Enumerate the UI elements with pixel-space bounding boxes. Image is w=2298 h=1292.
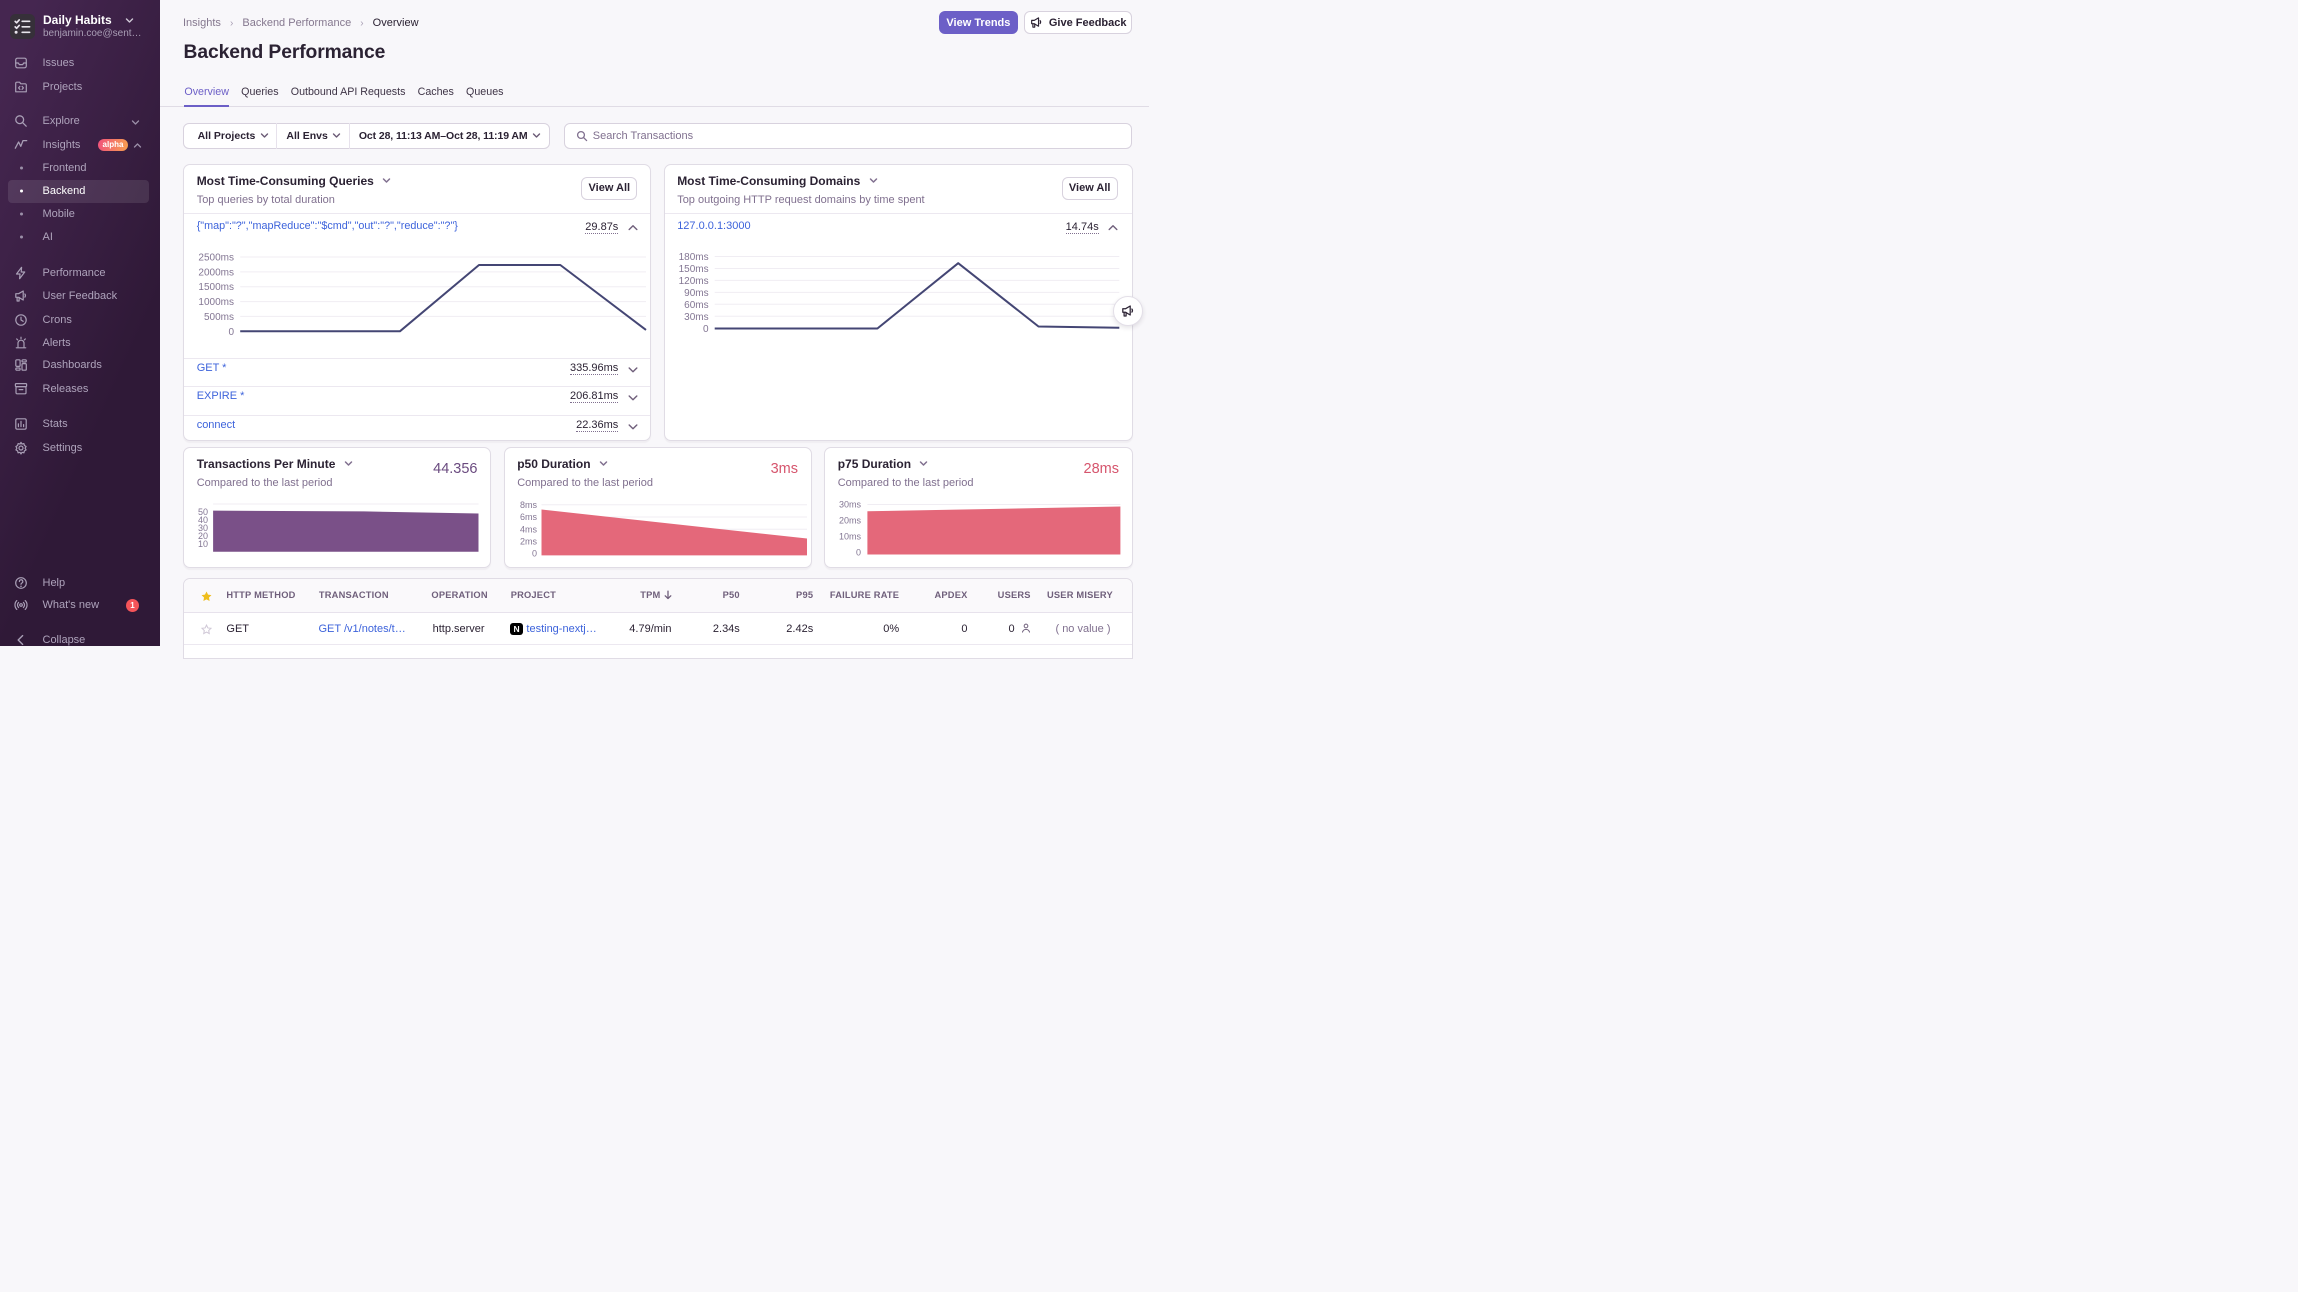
svg-text:6ms: 6ms — [519, 512, 537, 522]
svg-text:2500ms: 2500ms — [198, 252, 234, 263]
svg-text:120ms: 120ms — [678, 276, 708, 287]
svg-text:0: 0 — [531, 548, 536, 558]
svg-text:4ms: 4ms — [519, 524, 537, 534]
svg-text:1000ms: 1000ms — [198, 297, 234, 308]
svg-text:2ms: 2ms — [519, 536, 537, 546]
svg-text:8ms: 8ms — [519, 499, 537, 509]
svg-text:60ms: 60ms — [684, 300, 708, 311]
svg-text:1500ms: 1500ms — [198, 282, 234, 293]
svg-text:180ms: 180ms — [678, 252, 708, 263]
svg-text:0: 0 — [703, 324, 709, 335]
svg-text:30ms: 30ms — [839, 499, 862, 509]
svg-text:500ms: 500ms — [204, 312, 234, 323]
svg-text:10ms: 10ms — [839, 531, 862, 541]
svg-text:0: 0 — [856, 547, 861, 557]
svg-text:2000ms: 2000ms — [198, 267, 234, 278]
svg-text:10: 10 — [198, 539, 208, 549]
svg-text:150ms: 150ms — [678, 264, 708, 275]
svg-text:30ms: 30ms — [684, 312, 708, 323]
svg-text:20ms: 20ms — [839, 515, 862, 525]
svg-text:90ms: 90ms — [684, 288, 708, 299]
svg-text:0: 0 — [228, 327, 234, 338]
